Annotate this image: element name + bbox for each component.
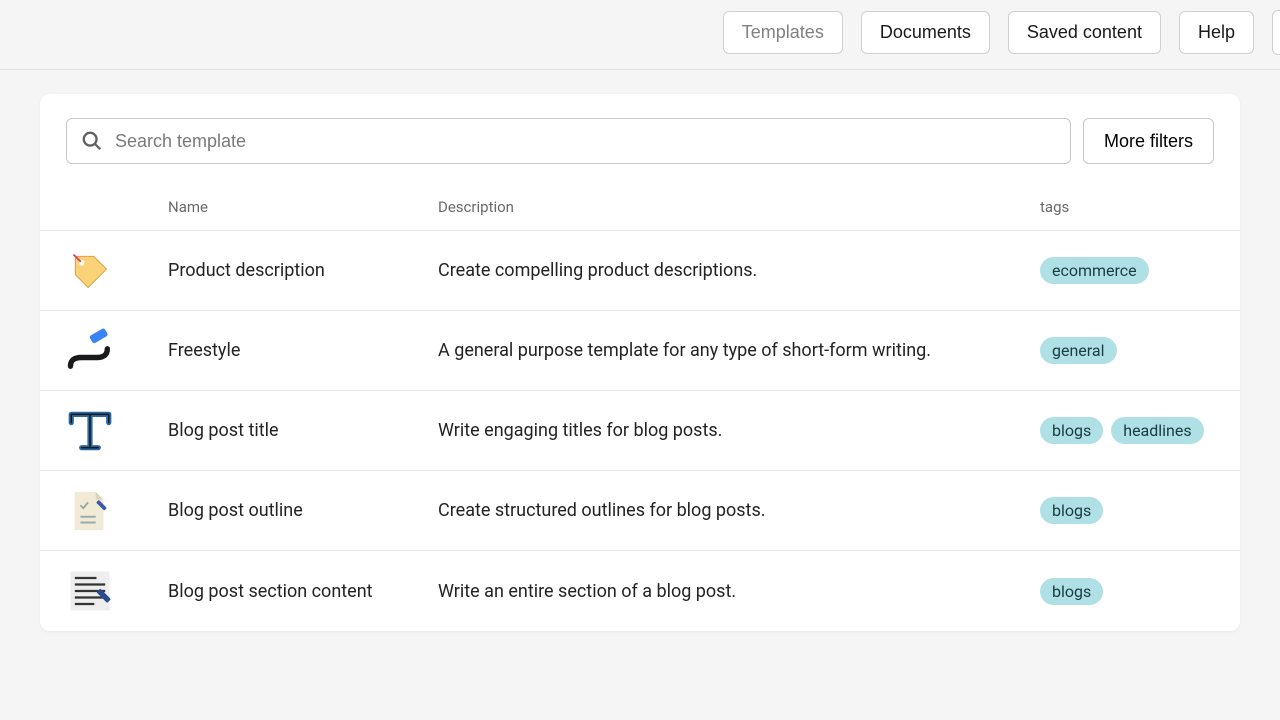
row-description: Write engaging titles for blog posts.: [438, 420, 1040, 441]
table-header: Name Description tags: [40, 184, 1240, 231]
tag-icon: [62, 243, 118, 299]
row-name: Blog post title: [168, 420, 438, 441]
search-icon: [81, 130, 103, 152]
tab-templates[interactable]: Templates: [723, 11, 843, 54]
freestyle-icon: [62, 323, 118, 379]
table-row[interactable]: Blog post section contentWrite an entire…: [40, 551, 1240, 631]
top-nav: Templates Documents Saved content Help: [0, 0, 1280, 70]
tag[interactable]: general: [1040, 337, 1117, 364]
col-description: Description: [438, 198, 1040, 216]
row-description: Write an entire section of a blog post.: [438, 581, 1040, 602]
row-name: Freestyle: [168, 340, 438, 361]
section-icon: [62, 563, 118, 619]
row-icon: [40, 483, 168, 539]
nav-edge: [1272, 10, 1280, 55]
tag[interactable]: blogs: [1040, 578, 1103, 605]
row-description: Create compelling product descriptions.: [438, 260, 1040, 281]
row-tags: ecommerce: [1040, 257, 1240, 284]
filter-row: More filters: [40, 94, 1240, 184]
letter-t-icon: [62, 403, 118, 459]
row-icon: [40, 403, 168, 459]
row-tags: blogs headlines: [1040, 417, 1240, 444]
table-row[interactable]: Blog post outlineCreate structured outli…: [40, 471, 1240, 551]
tag[interactable]: blogs: [1040, 497, 1103, 524]
templates-card: More filters Name Description tags Produ…: [40, 94, 1240, 631]
row-description: A general purpose template for any type …: [438, 340, 1040, 361]
row-name: Blog post section content: [168, 581, 438, 602]
row-icon: [40, 563, 168, 619]
table-body: Product descriptionCreate compelling pro…: [40, 231, 1240, 631]
row-description: Create structured outlines for blog post…: [438, 500, 1040, 521]
row-tags: general: [1040, 337, 1240, 364]
tab-saved[interactable]: Saved content: [1008, 11, 1161, 54]
row-icon: [40, 323, 168, 379]
col-tags: tags: [1040, 198, 1240, 216]
table-row[interactable]: Product descriptionCreate compelling pro…: [40, 231, 1240, 311]
tag[interactable]: ecommerce: [1040, 257, 1149, 284]
tab-help[interactable]: Help: [1179, 11, 1254, 54]
row-tags: blogs: [1040, 497, 1240, 524]
outline-icon: [62, 483, 118, 539]
row-name: Blog post outline: [168, 500, 438, 521]
more-filters-button[interactable]: More filters: [1083, 118, 1214, 164]
row-tags: blogs: [1040, 578, 1240, 605]
table-row[interactable]: Blog post titleWrite engaging titles for…: [40, 391, 1240, 471]
tab-documents[interactable]: Documents: [861, 11, 990, 54]
search-input[interactable]: [115, 131, 1056, 152]
col-name: Name: [168, 198, 438, 216]
tag[interactable]: headlines: [1111, 417, 1203, 444]
table-row[interactable]: FreestyleA general purpose template for …: [40, 311, 1240, 391]
search-input-wrap[interactable]: [66, 118, 1071, 164]
row-icon: [40, 243, 168, 299]
row-name: Product description: [168, 260, 438, 281]
tag[interactable]: blogs: [1040, 417, 1103, 444]
